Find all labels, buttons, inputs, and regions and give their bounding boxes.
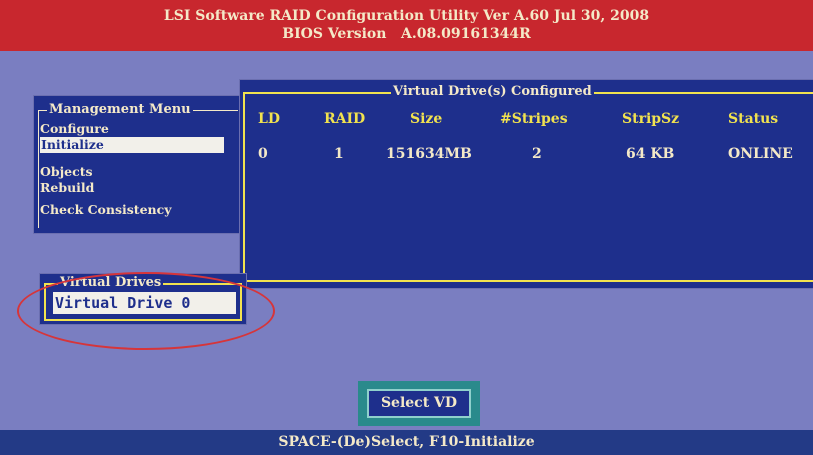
select-vd-button-label: Select VD [367, 389, 471, 418]
management-menu-title: Management Menu [47, 101, 193, 119]
column-header-ld: LD [258, 111, 280, 127]
column-header-status: Status [728, 111, 779, 127]
cell-stripsz: 64 KB [626, 146, 675, 162]
bios-version: BIOS Version A.08.09161344R [282, 26, 531, 42]
cell-ld: 0 [258, 146, 268, 162]
menu-item-objects[interactable]: Objects [40, 164, 93, 180]
column-header-size: Size [410, 111, 443, 127]
cell-status: ONLINE [728, 146, 793, 162]
menu-item-initialize[interactable]: Initialize [40, 137, 224, 153]
menu-item-configure[interactable]: Configure [40, 121, 109, 137]
virtual-drives-configured-title: Virtual Drive(s) Configured [391, 83, 594, 101]
annotation-circle [17, 272, 275, 350]
menu-item-check-consistency[interactable]: Check Consistency [40, 202, 172, 218]
menu-item-rebuild[interactable]: Rebuild [40, 180, 94, 196]
column-header-raid: RAID [324, 111, 366, 127]
app-title: LSI Software RAID Configuration Utility … [163, 8, 650, 24]
column-header-stripsz: StripSz [622, 111, 680, 127]
cell-raid: 1 [334, 146, 344, 162]
title-bar: LSI Software RAID Configuration Utility … [0, 0, 813, 51]
key-help-footer: SPACE-(De)Select, F10-Initialize [0, 430, 813, 455]
column-header-stripes: #Stripes [500, 111, 568, 127]
cell-stripes: 2 [532, 146, 542, 162]
select-vd-button[interactable]: Select VD [358, 381, 480, 426]
cell-size: 151634MB [386, 146, 472, 162]
